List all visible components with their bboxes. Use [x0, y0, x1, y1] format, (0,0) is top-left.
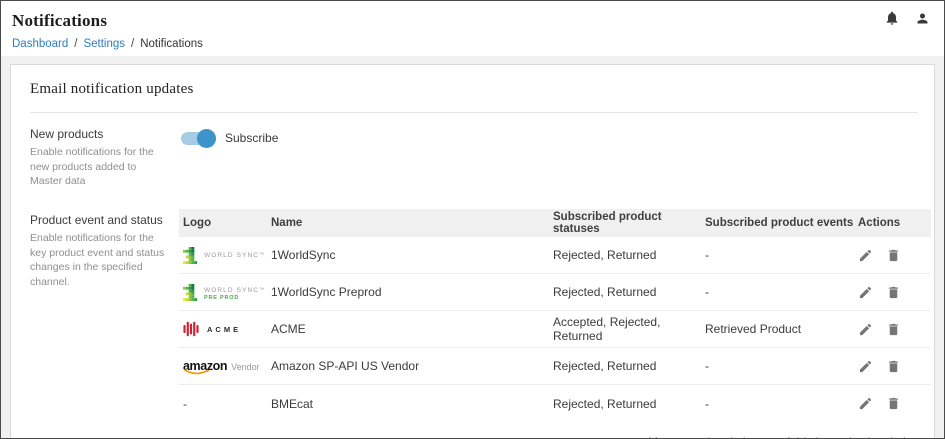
- subscribe-toggle-row: Subscribe: [179, 128, 931, 148]
- delete-icon[interactable]: [886, 285, 901, 300]
- events-cell: -: [701, 397, 854, 411]
- product-events-label-block: Product event and status Enable notifica…: [30, 213, 170, 439]
- divider: [30, 112, 918, 113]
- name-cell: 1WorldSync Preprod: [267, 285, 549, 299]
- add-channel-subscription-link[interactable]: Add channel subscription: [785, 435, 919, 439]
- statuses-cell: Accepted, Rejected, Returned: [549, 315, 701, 343]
- delete-icon[interactable]: [886, 396, 901, 411]
- acme-logo-text: ACME: [207, 325, 241, 334]
- table-row: - BMEcat Rejected, Returned -: [179, 385, 931, 422]
- table-row: ACME ACME Accepted, Rejected, Returned R…: [179, 311, 931, 348]
- name-cell: Amazon SP-API US Vendor: [267, 359, 549, 373]
- table-header-row: Logo Name Subscribed product statuses Su…: [179, 209, 931, 237]
- logo-cell: -: [179, 397, 267, 411]
- new-products-label: New products: [30, 127, 170, 141]
- name-cell: 1WorldSync: [267, 248, 549, 262]
- actions-cell: [854, 285, 931, 300]
- page-body: Email notification updates New products …: [1, 56, 944, 439]
- logo-cell: WORLD SYNC™PRE PROD: [179, 284, 267, 301]
- subscriptions-table: Logo Name Subscribed product statuses Su…: [179, 209, 931, 422]
- page-header: Notifications Dashboard / Settings / Not…: [1, 1, 944, 56]
- breadcrumb-settings[interactable]: Settings: [83, 38, 125, 50]
- amazon-vendor-label: Vendor: [231, 360, 260, 372]
- acme-logo: ACME: [183, 320, 267, 338]
- subscribe-toggle[interactable]: [181, 132, 214, 145]
- worldsync-pixel-mark: [183, 284, 200, 301]
- amazon-logo-text: amazon: [183, 360, 227, 373]
- product-events-label: Product event and status: [30, 213, 170, 227]
- header-actions: [884, 10, 930, 26]
- new-products-control: Subscribe: [179, 127, 931, 189]
- breadcrumb-current: Notifications: [140, 38, 203, 50]
- statuses-cell: Rejected, Returned: [549, 359, 701, 373]
- edit-icon[interactable]: [858, 396, 873, 411]
- manage-subscriptions-link[interactable]: Manage subscriptions: [648, 435, 765, 439]
- edit-icon[interactable]: [858, 322, 873, 337]
- statuses-cell: Rejected, Returned: [549, 397, 701, 411]
- toggle-knob: [197, 129, 216, 148]
- new-products-description: Enable notifications for the new product…: [30, 145, 170, 189]
- actions-cell: [854, 359, 931, 374]
- amazon-smile-arrow: [184, 369, 210, 376]
- table-row: amazon Vendor Amazon SP-API U: [179, 348, 931, 385]
- amazon-logo: amazon Vendor: [183, 360, 267, 373]
- edit-icon[interactable]: [858, 285, 873, 300]
- worldsync-logo: WORLD SYNC™: [183, 247, 267, 264]
- events-cell: -: [701, 359, 854, 373]
- events-cell: -: [701, 248, 854, 262]
- statuses-cell: Rejected, Returned: [549, 285, 701, 299]
- trademark-symbol: ™: [259, 252, 264, 258]
- breadcrumb-separator: /: [131, 38, 134, 50]
- bell-icon[interactable]: [884, 10, 900, 26]
- preprod-badge: PRE PROD: [204, 295, 264, 301]
- logo-cell: ACME: [179, 320, 267, 338]
- worldsync-logo-text: WORLD SYNC™: [204, 247, 264, 259]
- user-icon[interactable]: [915, 11, 930, 26]
- page-title: Notifications: [12, 11, 932, 31]
- worldsync-pixel-mark: [183, 247, 200, 264]
- settings-sections: New products Enable notifications for th…: [30, 127, 918, 439]
- actions-cell: [854, 322, 931, 337]
- breadcrumb: Dashboard / Settings / Notifications: [12, 38, 932, 50]
- worldsync-preprod-logo: WORLD SYNC™PRE PROD: [183, 284, 267, 301]
- column-header-events: Subscribed product events: [701, 217, 854, 229]
- no-logo-placeholder: -: [183, 397, 187, 411]
- breadcrumb-separator: /: [74, 38, 77, 50]
- edit-icon[interactable]: [858, 248, 873, 263]
- column-header-actions: Actions: [854, 217, 931, 229]
- subscribe-toggle-label: Subscribe: [225, 131, 278, 145]
- events-cell: -: [701, 285, 854, 299]
- logo-cell: amazon Vendor: [179, 360, 267, 373]
- table-row: WORLD SYNC™ 1WorldSync Rejected, Returne…: [179, 237, 931, 274]
- trademark-symbol: ™: [259, 287, 264, 293]
- new-products-label-block: New products Enable notifications for th…: [30, 127, 170, 189]
- email-notifications-card: Email notification updates New products …: [10, 64, 935, 439]
- delete-icon[interactable]: [886, 359, 901, 374]
- delete-icon[interactable]: [886, 248, 901, 263]
- breadcrumb-dashboard[interactable]: Dashboard: [12, 38, 68, 50]
- edit-icon[interactable]: [858, 359, 873, 374]
- column-header-logo: Logo: [179, 217, 267, 229]
- acme-bars-mark: [183, 320, 201, 338]
- column-header-statuses: Subscribed product statuses: [549, 211, 701, 235]
- logo-cell: WORLD SYNC™: [179, 247, 267, 264]
- delete-icon[interactable]: [886, 322, 901, 337]
- worldsync-preprod-logo-text: WORLD SYNC™PRE PROD: [204, 284, 264, 301]
- table-row: WORLD SYNC™PRE PROD 1WorldSync Preprod R…: [179, 274, 931, 311]
- app-window: Notifications Dashboard / Settings / Not…: [0, 0, 945, 439]
- card-title: Email notification updates: [30, 81, 918, 98]
- actions-cell: [854, 396, 931, 411]
- table-footer-links: Manage subscriptions Add channel subscri…: [179, 435, 931, 439]
- actions-cell: [854, 248, 931, 263]
- statuses-cell: Rejected, Returned: [549, 248, 701, 262]
- column-header-name: Name: [267, 217, 549, 229]
- product-events-description: Enable notifications for the key product…: [30, 231, 170, 290]
- name-cell: ACME: [267, 322, 549, 336]
- subscriptions-table-wrap: Logo Name Subscribed product statuses Su…: [179, 189, 931, 439]
- name-cell: BMEcat: [267, 397, 549, 411]
- events-cell: Retrieved Product: [701, 322, 854, 336]
